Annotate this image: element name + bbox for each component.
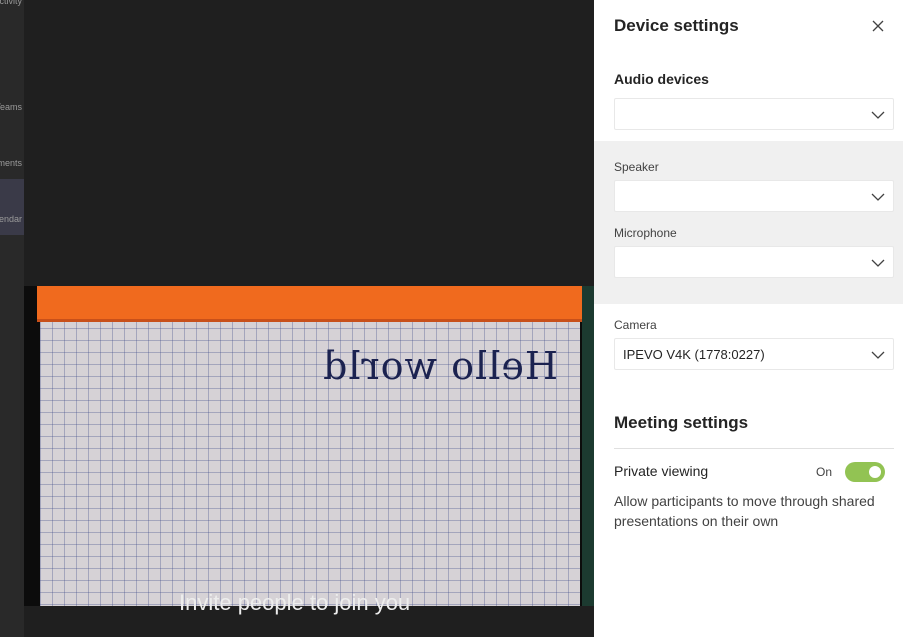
close-icon xyxy=(872,20,884,32)
device-settings-panel: Device settings Audio devices Speaker Mi… xyxy=(594,0,903,637)
toggle-knob xyxy=(869,466,881,478)
rail-item-label: Calendar xyxy=(0,214,22,224)
meeting-settings-heading: Meeting settings xyxy=(614,413,749,432)
microphone-dropdown[interactable] xyxy=(614,246,894,278)
chevron-down-icon xyxy=(871,351,885,359)
speaker-dropdown[interactable] xyxy=(614,180,894,212)
private-viewing-state: On xyxy=(816,465,833,479)
rail-item-label: Activity xyxy=(0,0,22,6)
handwritten-text: Hello world xyxy=(322,344,558,388)
microphone-label: Microphone xyxy=(614,226,677,240)
rail-item-label: Assignments xyxy=(0,158,22,168)
rail-item-teams[interactable]: Teams xyxy=(0,98,24,116)
invite-text: Invite people to join you xyxy=(179,590,411,615)
notepad-binding xyxy=(37,286,584,322)
app-window: Activity Teams Assignments Calendar Hell… xyxy=(0,0,903,637)
audio-devices-dropdown[interactable] xyxy=(614,98,894,130)
speaker-label: Speaker xyxy=(614,160,659,174)
rail-item-label: Teams xyxy=(0,102,22,112)
audio-devices-label: Audio devices xyxy=(614,71,709,87)
camera-dropdown[interactable]: IPEVO V4K (1778:0227) xyxy=(614,338,894,370)
chevron-down-icon xyxy=(871,111,885,119)
chevron-down-icon xyxy=(871,259,885,267)
video-edge xyxy=(582,286,594,606)
private-viewing-toggle[interactable] xyxy=(845,462,885,482)
close-button[interactable] xyxy=(868,16,888,36)
panel-title: Device settings xyxy=(614,16,739,35)
private-viewing-description: Allow participants to move through share… xyxy=(614,493,875,529)
left-rail: Activity Teams Assignments Calendar xyxy=(0,0,24,637)
camera-value: IPEVO V4K (1778:0227) xyxy=(623,347,765,362)
camera-preview: Hello world xyxy=(24,286,594,606)
rail-item-activity[interactable]: Activity xyxy=(0,0,24,10)
meeting-stage: Hello world Invite people to join you xyxy=(24,0,594,637)
divider xyxy=(614,448,894,449)
camera-label: Camera xyxy=(614,318,657,332)
rail-item-assignments[interactable]: Assignments xyxy=(0,154,24,172)
private-viewing-label: Private viewing xyxy=(614,463,709,479)
chevron-down-icon xyxy=(871,193,885,201)
rail-item-calendar[interactable]: Calendar xyxy=(0,210,24,228)
